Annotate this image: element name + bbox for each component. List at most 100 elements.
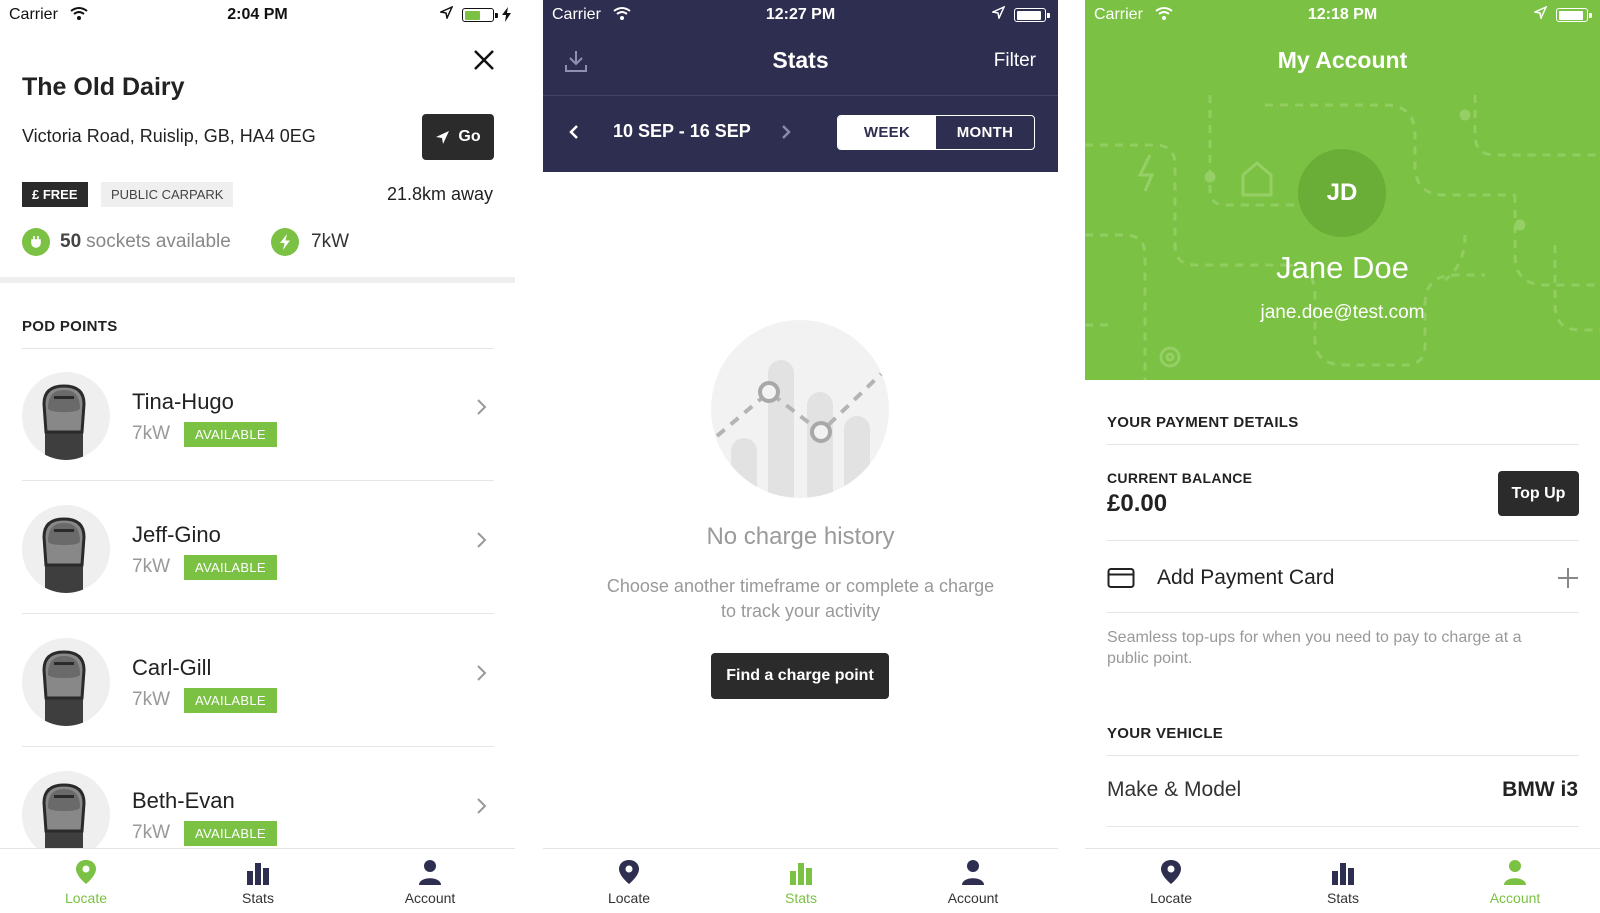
bar-chart-icon [247, 863, 269, 885]
empty-state-description: Choose another timeframe or complete a c… [606, 576, 995, 621]
map-pin-icon [76, 860, 96, 884]
divider [22, 480, 494, 481]
divider [1107, 826, 1579, 827]
month-segment[interactable]: MONTH [936, 116, 1034, 149]
chevron-right-icon [477, 665, 487, 681]
tab-locate[interactable]: Locate [1111, 859, 1231, 906]
map-pin-icon [619, 860, 639, 884]
tab-account-label: Account [404, 890, 456, 906]
map-pin-icon [1161, 860, 1181, 884]
pod-row[interactable]: Jeff-Gino 7kW AVAILABLE [22, 482, 494, 612]
divider [1107, 612, 1579, 613]
battery-icon [1556, 8, 1592, 22]
stats-screen: Carrier 12:27 PM Stats Filter 10 SEP - 1… [543, 0, 1058, 913]
plus-icon[interactable] [1557, 567, 1579, 589]
bolt-icon [271, 228, 299, 256]
divider [1107, 755, 1579, 756]
status-badge: AVAILABLE [184, 422, 277, 447]
navigate-arrow-icon [436, 130, 450, 144]
add-payment-card-button[interactable]: Add Payment Card [1157, 566, 1334, 590]
status-time: 2:04 PM [227, 6, 288, 23]
pod-power: 7kW [132, 822, 170, 843]
tab-stats[interactable]: Stats [1283, 859, 1403, 906]
balance-value: £0.00 [1107, 490, 1168, 517]
page-title: My Account [1277, 47, 1408, 73]
credit-card-icon [1107, 568, 1135, 588]
bar-chart-icon [1332, 863, 1354, 885]
go-label: Go [458, 128, 481, 145]
battery-icon [1014, 8, 1050, 22]
tab-bar: Locate Stats Account [0, 848, 515, 913]
top-up-button[interactable]: Top Up [1498, 471, 1579, 516]
tab-locate-label: Locate [607, 890, 651, 906]
close-icon[interactable] [470, 46, 498, 74]
empty-state-title: No charge history [706, 523, 895, 550]
chevron-right-icon [477, 532, 487, 548]
page-title: Stats [772, 47, 829, 73]
week-segment[interactable]: WEEK [838, 116, 936, 149]
sockets-text: sockets available [86, 231, 231, 252]
site-address: Victoria Road, Ruislip, GB, HA4 0EG [22, 126, 316, 146]
location-arrow-icon [992, 6, 1005, 19]
pod-power: 7kW [132, 556, 170, 577]
chevron-right-icon [477, 798, 487, 814]
divider [1107, 540, 1579, 541]
status-bar: Carrier 12:27 PM [543, 0, 1058, 30]
location-type-badge: PUBLIC CARPARK [101, 182, 234, 207]
power-stat: 7kW [271, 228, 349, 256]
balance-label: CURRENT BALANCE [1107, 470, 1253, 486]
person-icon [962, 860, 984, 885]
pod-row[interactable]: Tina-Hugo 7kW AVAILABLE [22, 349, 494, 479]
divider [22, 746, 494, 747]
tab-stats-label: Stats [1327, 890, 1359, 906]
price-badge: £ FREE [22, 182, 88, 207]
pod-name: Carl-Gill [132, 655, 212, 680]
tab-account[interactable]: Account [913, 859, 1033, 906]
pod-name: Tina-Hugo [132, 389, 234, 414]
pod-name: Jeff-Gino [132, 522, 221, 547]
account-screen: Carrier 12:18 PM My Account JD Jane Doe … [1085, 0, 1600, 913]
sockets-stat: 50 sockets available [22, 228, 231, 256]
divider [22, 613, 494, 614]
pod-power: 7kW [132, 689, 170, 710]
chevron-right-icon[interactable] [781, 124, 791, 140]
payment-details-heading: YOUR PAYMENT DETAILS [1107, 414, 1299, 431]
tab-account-label: Account [1489, 890, 1541, 906]
person-icon [1504, 860, 1526, 885]
tab-locate[interactable]: Locate [26, 859, 146, 906]
power-value: 7kW [311, 231, 349, 252]
payment-card-note: Seamless top-ups for when you need to pa… [1107, 629, 1522, 667]
header-divider [543, 95, 1058, 96]
pod-charger-icon [22, 372, 110, 460]
status-badge: AVAILABLE [184, 688, 277, 713]
account-header: Carrier 12:18 PM My Account JD Jane Doe … [1085, 0, 1600, 380]
pod-points-heading: POD POINTS [22, 318, 118, 335]
tab-locate[interactable]: Locate [569, 859, 689, 906]
go-button[interactable]: Go [422, 114, 494, 160]
tab-locate-label: Locate [1149, 890, 1193, 906]
tab-account-label: Account [947, 890, 999, 906]
sockets-count: 50 [60, 231, 82, 252]
chevron-left-icon[interactable] [569, 124, 579, 140]
distance-label: 21.8km away [386, 184, 493, 204]
status-bar: Carrier 12:18 PM [1085, 0, 1600, 30]
site-title: The Old Dairy [22, 73, 185, 101]
tab-account[interactable]: Account [370, 859, 490, 906]
pod-row[interactable]: Carl-Gill 7kW AVAILABLE [22, 615, 494, 745]
status-bar: Carrier 2:04 PM [0, 0, 515, 30]
tab-stats[interactable]: Stats [741, 859, 861, 906]
tab-stats[interactable]: Stats [198, 859, 318, 906]
battery-icon [462, 8, 498, 22]
pod-charger-icon [22, 771, 110, 859]
find-charge-point-button[interactable]: Find a charge point [711, 653, 889, 699]
status-badge: AVAILABLE [184, 821, 277, 846]
make-model-value[interactable]: BMW i3 [1502, 778, 1578, 802]
tab-account[interactable]: Account [1455, 859, 1575, 906]
chevron-right-icon [477, 399, 487, 415]
filter-button[interactable]: Filter [994, 50, 1036, 72]
pod-power: 7kW [132, 423, 170, 444]
user-name: Jane Doe [1276, 250, 1409, 285]
tab-bar: Locate Stats Account [543, 848, 1058, 913]
stats-header: Carrier 12:27 PM Stats Filter 10 SEP - 1… [543, 0, 1058, 172]
locate-screen: Carrier 2:04 PM The Old Dairy Victoria R… [0, 0, 515, 913]
